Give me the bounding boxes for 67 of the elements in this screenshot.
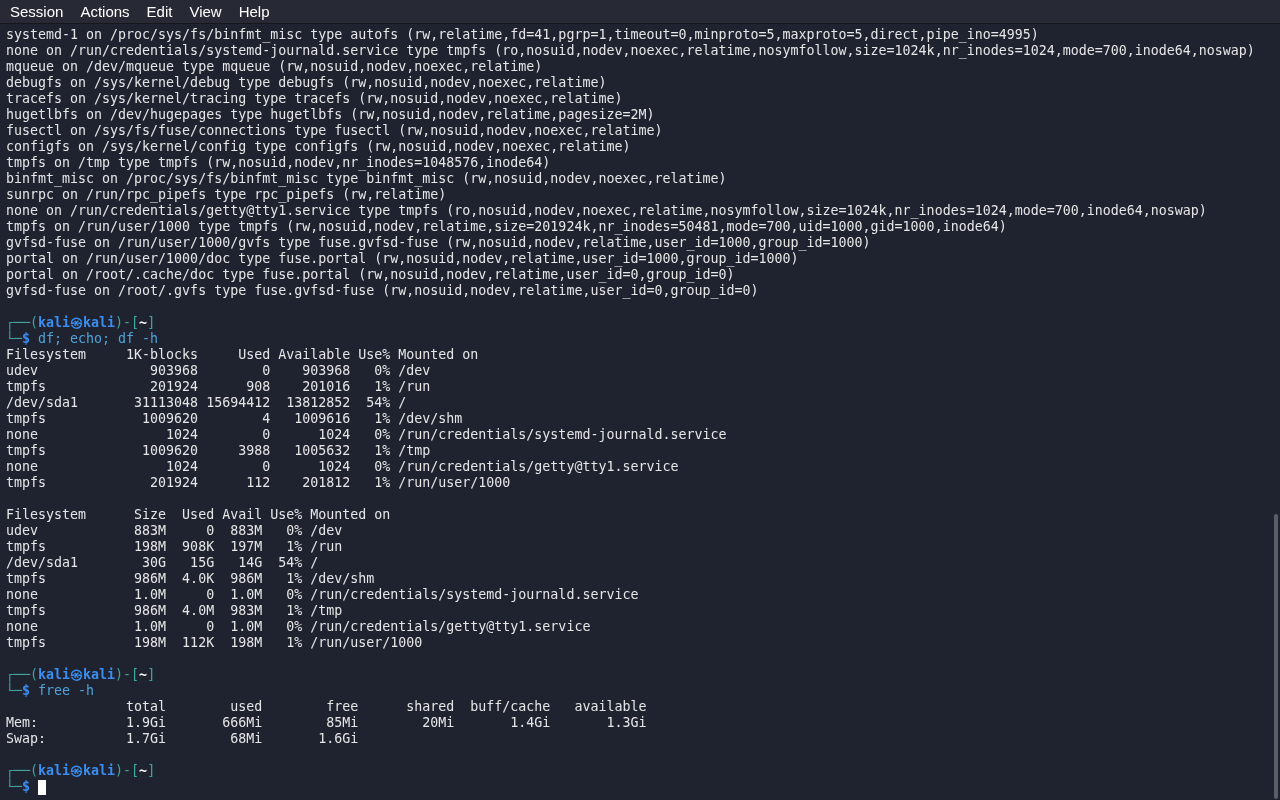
output-line: binfmt_misc on /proc/sys/fs/binfmt_misc type binfmt_misc (rw,nosuid,nodev,noexec,relatime)	[6, 171, 727, 186]
output-line: none on /run/credentials/getty@tty1.service type tmpfs (ro,nosuid,nodev,noexec,relatime,nosymfollow,size=1024k,nr_inodes=1024,mode=700,inode64,noswap)	[6, 203, 1207, 218]
output-line: debugfs on /sys/kernel/debug type debugfs (rw,nosuid,nodev,noexec,relatime)	[6, 75, 607, 90]
output-line: configfs on /sys/kernel/config type configfs (rw,nosuid,nodev,noexec,relatime)	[6, 139, 631, 154]
output-line: none on /run/credentials/systemd-journald.service type tmpfs (ro,nosuid,nodev,noexec,relatime,nosymfollow,size=1024k,nr_inodes=1024,mode=700,inode64,noswap)	[6, 43, 1255, 58]
prompt-frame: ┌──(	[6, 763, 39, 779]
output-line: tmpfs 198M 112K 198M 1% /run/user/1000	[6, 635, 423, 650]
output-line: udev 903968 0 903968 0% /dev	[6, 363, 431, 378]
output-line: udev 883M 0 883M 0% /dev	[6, 523, 343, 538]
prompt-user-host: kali㉿kali	[38, 667, 116, 683]
prompt-frame: ]	[147, 667, 156, 683]
output-line: Filesystem Size Used Avail Use% Mounted on	[6, 507, 391, 522]
prompt-directory: ~	[139, 667, 148, 683]
output-line: none 1024 0 1024 0% /run/credentials/getty@tty1.service	[6, 459, 679, 474]
prompt-sign: $	[22, 683, 31, 699]
menu-item[interactable]: Actions	[80, 1, 130, 22]
prompt-frame: )-[	[115, 667, 140, 683]
output-line: portal on /run/user/1000/doc type fuse.portal (rw,nosuid,nodev,relatime,user_id=1000,group_id=1000)	[6, 251, 799, 266]
prompt-sign: $	[22, 779, 31, 795]
output-line: tmpfs on /tmp type tmpfs (rw,nosuid,nodev,nr_inodes=1048576,inode64)	[6, 155, 551, 170]
menu-item[interactable]: Edit	[146, 1, 173, 22]
output-line: tmpfs 201924 112 201812 1% /run/user/1000	[6, 475, 511, 490]
prompt-user-host: kali㉿kali	[38, 315, 116, 331]
prompt-user-host: kali㉿kali	[38, 763, 116, 779]
scrollbar[interactable]	[1274, 514, 1278, 799]
output-line: Swap: 1.7Gi 68Mi 1.6Gi	[6, 731, 359, 746]
prompt-frame: ]	[147, 315, 156, 331]
output-line: tmpfs 201924 908 201016 1% /run	[6, 379, 431, 394]
output-line: /dev/sda1 30G 15G 14G 54% /	[6, 555, 319, 570]
output-line: mqueue on /dev/mqueue type mqueue (rw,nosuid,nodev,noexec,relatime)	[6, 59, 543, 74]
output-line: systemd-1 on /proc/sys/fs/binfmt_misc type autofs (rw,relatime,fd=41,pgrp=1,timeout=0,minproto=5,maxproto=5,direct,pipe_ino=4995)	[6, 27, 1039, 42]
output-line: portal on /root/.cache/doc type fuse.portal (rw,nosuid,nodev,relatime,user_id=0,group_id=0)	[6, 267, 735, 282]
output-line: tmpfs 986M 4.0M 983M 1% /tmp	[6, 603, 343, 618]
output-line: tmpfs 1009620 4 1009616 1% /dev/shm	[6, 411, 463, 426]
prompt-frame: └─	[6, 331, 22, 347]
prompt-sign: $	[22, 331, 31, 347]
output-line: gvfsd-fuse on /root/.gvfs type fuse.gvfsd-fuse (rw,nosuid,nodev,relatime,user_id=0,group_id=0)	[6, 283, 759, 298]
output-line: tracefs on /sys/kernel/tracing type tracefs (rw,nosuid,nodev,noexec,relatime)	[6, 91, 623, 106]
menu-item[interactable]: Session	[10, 1, 64, 22]
output-line: Filesystem 1K-blocks Used Available Use% Mounted on	[6, 347, 479, 362]
output-line: Mem: 1.9Gi 666Mi 85Mi 20Mi 1.4Gi 1.3Gi	[6, 715, 647, 730]
prompt-frame: ┌──(	[6, 315, 39, 331]
command-text: df; echo; df -h	[38, 331, 159, 347]
prompt-frame: └─	[6, 683, 22, 699]
output-line: tmpfs 198M 908K 197M 1% /run	[6, 539, 343, 554]
output-line: none 1.0M 0 1.0M 0% /run/credentials/getty@tty1.service	[6, 619, 591, 634]
output-line: tmpfs on /run/user/1000 type tmpfs (rw,nosuid,nodev,relatime,size=201924k,nr_inodes=50481,mode=700,uid=1000,gid=1000,inode64)	[6, 219, 1007, 234]
output-line: tmpfs 986M 4.0K 986M 1% /dev/shm	[6, 571, 375, 586]
output-line: sunrpc on /run/rpc_pipefs type rpc_pipefs (rw,relatime)	[6, 187, 447, 202]
command-text: free -h	[38, 683, 95, 699]
output-line: none 1.0M 0 1.0M 0% /run/credentials/systemd-journald.service	[6, 587, 639, 602]
output-line: hugetlbfs on /dev/hugepages type hugetlbfs (rw,nosuid,nodev,relatime,pagesize=2M)	[6, 107, 655, 122]
output-line: /dev/sda1 31113048 15694412 13812852 54% /	[6, 395, 407, 410]
prompt-frame: )-[	[115, 763, 140, 779]
output-line: gvfsd-fuse on /run/user/1000/gvfs type fuse.gvfsd-fuse (rw,nosuid,nodev,relatime,user_id=1000,group_id=1000)	[6, 235, 871, 250]
menu-item[interactable]: View	[189, 1, 222, 22]
prompt-directory: ~	[139, 315, 148, 331]
output-line: tmpfs 1009620 3988 1005632 1% /tmp	[6, 443, 431, 458]
output-line: total used free shared buff/cache available	[125, 699, 647, 714]
prompt-frame: ┌──(	[6, 667, 39, 683]
output-line: none 1024 0 1024 0% /run/credentials/systemd-journald.service	[6, 427, 727, 442]
prompt-frame: )-[	[115, 315, 140, 331]
output-line: fusectl on /sys/fs/fuse/connections type fusectl (rw,nosuid,nodev,noexec,relatime)	[6, 123, 663, 138]
prompt-directory: ~	[139, 763, 148, 779]
prompt-frame: └─	[6, 779, 22, 795]
prompt-frame: ]	[147, 763, 156, 779]
menu-item[interactable]: Help	[238, 1, 270, 22]
